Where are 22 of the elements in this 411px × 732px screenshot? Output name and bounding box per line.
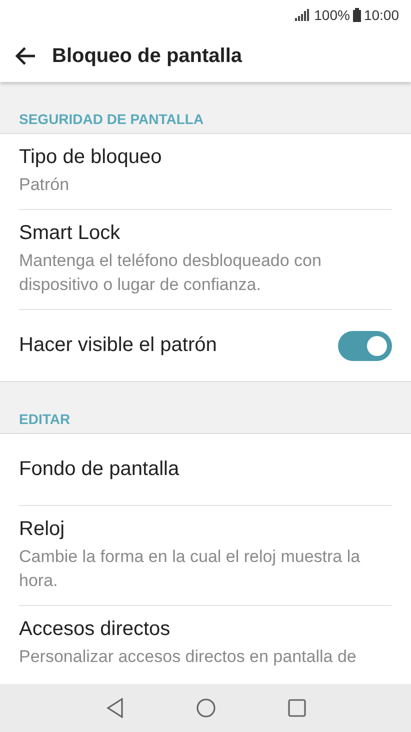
setting-title[interactable]: Smart Lock xyxy=(19,222,392,245)
home-icon[interactable] xyxy=(196,698,216,718)
battery-icon xyxy=(352,8,361,22)
section-header: EDITAR xyxy=(19,411,70,427)
section-header: SEGURIDAD DE PANTALLA xyxy=(19,111,204,127)
setting-title[interactable]: Accesos directos xyxy=(19,618,392,641)
setting-title[interactable]: Tipo de bloqueo xyxy=(19,146,392,169)
setting-summary: Mantenga el teléfono desbloqueado con dispositivo o lugar de confianza. xyxy=(19,250,322,296)
toggle-switch[interactable] xyxy=(338,330,392,360)
setting-summary: Cambie la forma en la cual el reloj muestra la hora. xyxy=(19,546,362,592)
battery-percent: 100% xyxy=(314,7,350,23)
setting-summary: Patrón xyxy=(19,174,70,196)
back-icon[interactable] xyxy=(14,46,36,66)
back-nav-icon[interactable] xyxy=(106,698,124,718)
setting-title[interactable]: Fondo de pantalla xyxy=(19,458,392,481)
setting-title[interactable]: Reloj xyxy=(19,518,392,541)
clock: 10:00 xyxy=(364,7,399,23)
setting-title[interactable]: Hacer visible el patrón xyxy=(19,334,338,357)
signal-icon xyxy=(295,9,312,21)
setting-summary: Personalizar accesos directos en pantalla de xyxy=(19,646,358,668)
recents-icon[interactable] xyxy=(288,699,306,717)
screen-title: Bloqueo de pantalla xyxy=(52,44,242,68)
